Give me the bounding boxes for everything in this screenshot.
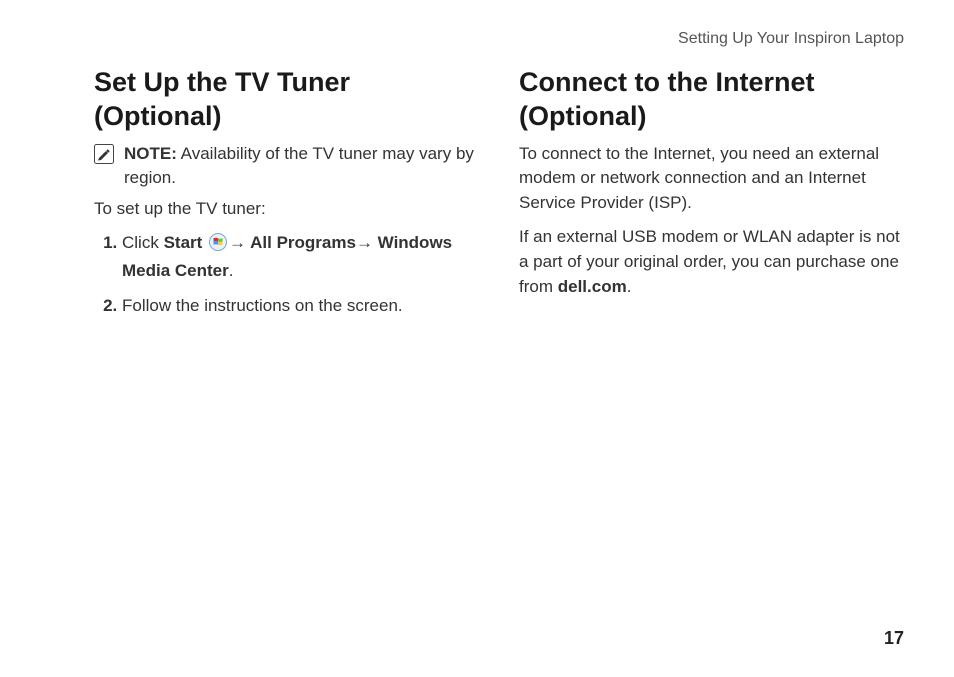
running-head: Setting Up Your Inspiron Laptop bbox=[94, 30, 904, 48]
step1-arrow1: → bbox=[229, 233, 250, 252]
step1-allprograms: All Programs bbox=[250, 233, 356, 252]
note-text: NOTE: Availability of the TV tuner may v… bbox=[124, 142, 479, 191]
step1-period: . bbox=[229, 261, 234, 280]
internet-para1: To connect to the Internet, you need an … bbox=[519, 142, 904, 216]
note-body: Availability of the TV tuner may vary by… bbox=[124, 144, 474, 188]
internet-heading: Connect to the Internet (Optional) bbox=[519, 66, 904, 134]
page-number: 17 bbox=[884, 628, 904, 649]
note-block: NOTE: Availability of the TV tuner may v… bbox=[94, 142, 479, 191]
step1-click: Click bbox=[122, 233, 164, 252]
step1-arrow2: → bbox=[356, 233, 378, 252]
internet-para2: If an external USB modem or WLAN adapter… bbox=[519, 225, 904, 299]
left-column: Set Up the TV Tuner (Optional) NOTE: Ava… bbox=[94, 66, 479, 328]
windows-start-icon bbox=[209, 233, 227, 259]
content-columns: Set Up the TV Tuner (Optional) NOTE: Ava… bbox=[94, 66, 904, 328]
note-label: NOTE: bbox=[124, 144, 177, 163]
tv-tuner-steps: Click Start → All Programs→ Windows Medi… bbox=[94, 231, 479, 318]
tv-tuner-intro: To set up the TV tuner: bbox=[94, 197, 479, 222]
right-column: Connect to the Internet (Optional) To co… bbox=[519, 66, 904, 328]
page: Setting Up Your Inspiron Laptop Set Up t… bbox=[0, 0, 954, 677]
step1-start: Start bbox=[164, 233, 207, 252]
tv-tuner-heading: Set Up the TV Tuner (Optional) bbox=[94, 66, 479, 134]
step-2: Follow the instructions on the screen. bbox=[122, 294, 479, 319]
note-icon bbox=[94, 144, 114, 172]
internet-para2-c: . bbox=[627, 277, 632, 296]
step-1: Click Start → All Programs→ Windows Medi… bbox=[122, 231, 479, 283]
dell-link-text: dell.com bbox=[558, 277, 627, 296]
